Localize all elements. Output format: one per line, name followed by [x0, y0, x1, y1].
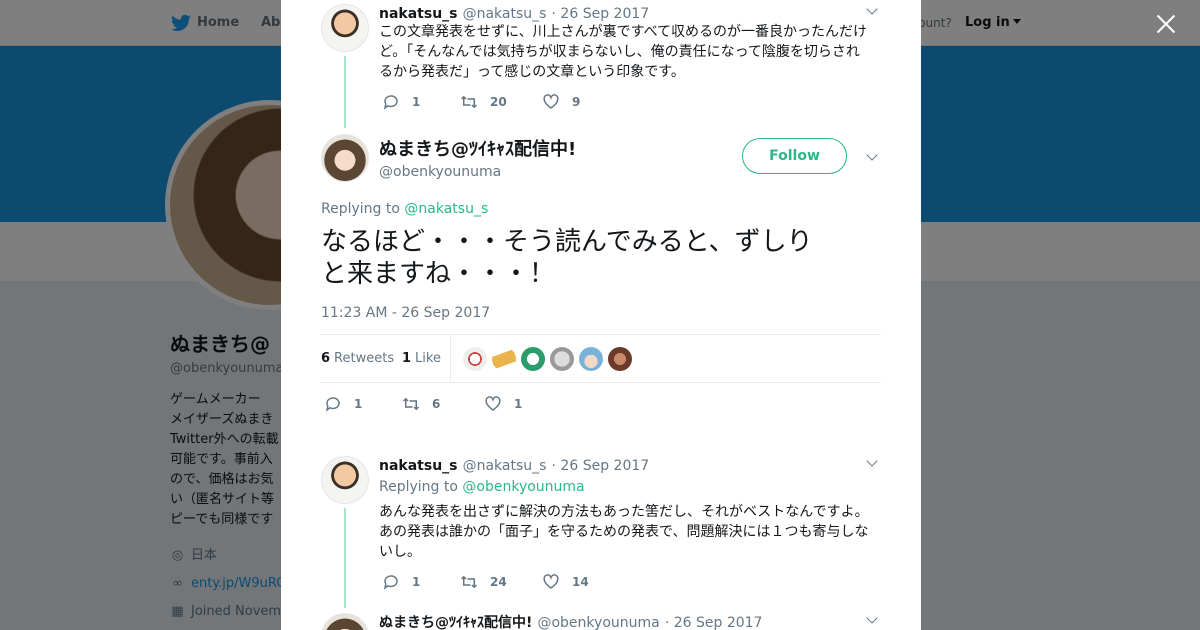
- tweet-author-handle[interactable]: @obenkyounuma: [537, 615, 659, 630]
- tweet-author-handle[interactable]: @obenkyounuma: [379, 164, 576, 180]
- tweet-date[interactable]: · 26 Sep 2017: [552, 6, 650, 22]
- like-count: 9: [572, 95, 581, 109]
- reply-button[interactable]: 1: [324, 395, 402, 413]
- retweet-icon: [402, 397, 420, 411]
- reply-icon: [325, 397, 340, 412]
- retweeter-avatar[interactable]: [550, 347, 574, 371]
- retweet-button[interactable]: 24: [460, 573, 542, 591]
- tweet-text-line: るから発表だ」って感じの文章という印象です。: [379, 64, 685, 80]
- tweet-date[interactable]: · 26 Sep 2017: [665, 615, 763, 630]
- replying-to: Replying to @nakatsu_s: [321, 201, 488, 217]
- like-button[interactable]: 9: [542, 93, 592, 111]
- thread-line: [344, 56, 346, 128]
- replying-to-label: Replying to: [321, 201, 400, 217]
- retweet-count: 24: [490, 575, 507, 589]
- tweet-author-name[interactable]: nakatsu_s: [379, 6, 458, 22]
- retweeter-avatar[interactable]: [521, 347, 545, 371]
- retweeter-avatar[interactable]: [463, 347, 487, 371]
- chevron-down-icon[interactable]: [866, 149, 878, 161]
- tweet-author-name[interactable]: nakatsu_s: [379, 458, 458, 474]
- chevron-down-icon[interactable]: [866, 455, 878, 467]
- avatar[interactable]: [321, 613, 369, 630]
- tweet-author-handle[interactable]: @nakatsu_s: [463, 458, 547, 474]
- likes-stat[interactable]: 1 Like: [402, 351, 441, 366]
- tweet-author-name[interactable]: ぬまきち@ﾂｲｷｬｽ配信中!: [379, 615, 532, 630]
- tweet-text-line: いし。: [379, 544, 421, 560]
- retweeter-avatar[interactable]: [492, 347, 516, 371]
- close-icon[interactable]: [1152, 10, 1180, 38]
- like-button[interactable]: 14: [542, 573, 592, 591]
- replying-to-mention[interactable]: @nakatsu_s: [404, 201, 488, 217]
- tweet-text-line: と来ますね・・・！: [321, 259, 556, 289]
- avatar[interactable]: [321, 4, 369, 52]
- tweet-text-line: なるほど・・・そう読んでみると、ずしり: [321, 227, 813, 257]
- main-tweet-actions: 1 6 1: [324, 395, 534, 413]
- tweet-author-handle[interactable]: @nakatsu_s: [463, 6, 547, 22]
- tweet-stats: 6 Retweets 1 Like: [321, 334, 881, 383]
- retweets-stat[interactable]: 6 Retweets: [321, 351, 394, 366]
- retweet-count: 6: [432, 397, 441, 411]
- tweet-text: この文章発表をせずに、川上さんが裏ですべて収めるのが一番良かったんだけ ど。「そ…: [379, 22, 879, 82]
- likes-stat-label: Like: [415, 351, 441, 366]
- thread-line: [344, 508, 346, 608]
- tweet-header: ぬまきち@ﾂｲｷｬｽ配信中! @obenkyounuma · 26 Sep 20…: [379, 612, 762, 630]
- reply-button[interactable]: 1: [382, 573, 460, 591]
- liker-avatar[interactable]: [608, 347, 632, 371]
- like-button[interactable]: 1: [484, 395, 534, 413]
- chevron-down-icon[interactable]: [866, 612, 878, 624]
- retweet-icon: [460, 95, 478, 109]
- retweets-stat-count: 6: [321, 351, 331, 366]
- reply-icon: [383, 95, 398, 110]
- tweet-text-line: あんな発表を出さずに解決の方法もあった筈だし、それがベストなんですよ。: [379, 504, 869, 520]
- replying-to-mention[interactable]: @obenkyounuma: [462, 479, 584, 495]
- main-tweet-text: なるほど・・・そう読んでみると、ずしり と来ますね・・・！: [321, 226, 881, 290]
- main-tweet-header: ぬまきち@ﾂｲｷｬｽ配信中! @obenkyounuma: [379, 135, 576, 180]
- avatar[interactable]: [321, 134, 369, 182]
- like-count: 1: [514, 397, 523, 411]
- tweet-modal: nakatsu_s @nakatsu_s · 26 Sep 2017 この文章発…: [281, 0, 921, 630]
- tweet-header: nakatsu_s @nakatsu_s · 26 Sep 2017: [379, 455, 649, 474]
- reply-icon: [383, 575, 398, 590]
- tweet-text-line: この文章発表をせずに、川上さんが裏ですべて収めるのが一番良かったんだけ: [379, 24, 868, 40]
- tweet-text: あんな発表を出さずに解決の方法もあった筈だし、それがベストなんですよ。 あの発表…: [379, 502, 879, 562]
- like-count: 14: [572, 575, 589, 589]
- reply-count: 1: [354, 397, 363, 411]
- retweets-stat-label: Retweets: [334, 351, 395, 366]
- chevron-down-icon[interactable]: [866, 3, 878, 15]
- tweet-text-line: あの発表は誰かの「面子」を守るための発表で、問題解決には１つも寄与しな: [379, 524, 869, 540]
- retweet-count: 20: [490, 95, 507, 109]
- tweet-text-line: ど。「そんなんでは気持ちが収まらないし、俺の責任になって陰腹を切らされ: [379, 44, 860, 60]
- tweet-actions: 1 20 9: [382, 93, 592, 111]
- heart-icon: [543, 574, 559, 589]
- reply-count: 1: [412, 575, 421, 589]
- tweet-header: nakatsu_s @nakatsu_s · 26 Sep 2017: [379, 3, 649, 22]
- reply-button[interactable]: 1: [382, 93, 460, 111]
- stats-divider: [450, 335, 451, 382]
- tweet-author-name[interactable]: ぬまきち@ﾂｲｷｬｽ配信中!: [379, 135, 576, 161]
- tweet-actions: 1 24 14: [382, 573, 592, 591]
- reply-count: 1: [412, 95, 421, 109]
- retweet-button[interactable]: 20: [460, 93, 542, 111]
- retweet-icon: [460, 575, 478, 589]
- heart-icon: [543, 94, 559, 109]
- retweeter-avatar[interactable]: [579, 347, 603, 371]
- retweet-button[interactable]: 6: [402, 395, 484, 413]
- heart-icon: [485, 396, 501, 411]
- replying-to: Replying to @obenkyounuma: [379, 479, 585, 495]
- tweet-timestamp[interactable]: 11:23 AM - 26 Sep 2017: [321, 305, 490, 321]
- avatar[interactable]: [321, 456, 369, 504]
- likes-stat-count: 1: [402, 351, 412, 366]
- tweet-date[interactable]: · 26 Sep 2017: [552, 458, 650, 474]
- follow-button[interactable]: Follow: [742, 138, 847, 174]
- replying-to-label: Replying to: [379, 479, 458, 495]
